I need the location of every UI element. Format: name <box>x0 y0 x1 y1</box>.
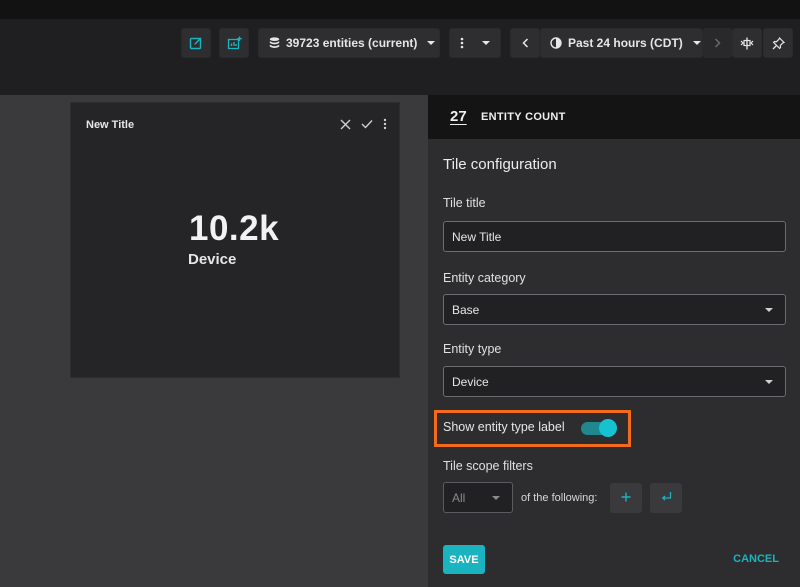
show-entity-type-label: Show entity type label <box>443 420 565 434</box>
timeline-icon <box>740 37 754 50</box>
add-chart-icon <box>227 36 242 50</box>
tile-title: New Title <box>86 119 135 131</box>
save-button[interactable]: SAVE <box>443 545 485 574</box>
entity-category-value: Base <box>452 302 480 317</box>
tile-title-label: Tile title <box>443 196 486 210</box>
tile-type-number-icon: 27 <box>450 108 467 125</box>
entities-dropdown[interactable]: 39723 entities (current) <box>258 28 440 58</box>
more-options-button[interactable] <box>449 28 501 58</box>
plus-icon <box>621 489 631 507</box>
panel-header: 27 ENTITY COUNT <box>428 95 800 139</box>
close-icon[interactable] <box>340 119 351 130</box>
entity-type-value: Device <box>452 374 489 389</box>
more-vertical-icon <box>460 37 464 49</box>
add-filter-button[interactable] <box>610 483 642 513</box>
chevron-down-icon <box>482 41 490 45</box>
apply-filter-button[interactable] <box>650 483 682 513</box>
chevron-left-icon <box>521 38 529 48</box>
pin-button[interactable] <box>763 28 793 58</box>
tile-title-input[interactable]: New Title <box>443 221 786 252</box>
entity-category-label: Entity category <box>443 271 526 285</box>
edit-icon <box>189 36 203 50</box>
tile-title-input-value: New Title <box>452 229 502 244</box>
entity-type-label: Entity type <box>443 342 502 356</box>
panel-heading: Tile configuration <box>443 156 557 173</box>
chevron-right-icon <box>714 38 721 48</box>
time-range-dropdown[interactable]: Past 24 hours (CDT) <box>540 28 703 58</box>
tile-value: 10.2k <box>189 209 280 248</box>
add-tile-button[interactable] <box>219 28 249 58</box>
chevron-down-icon <box>427 41 436 45</box>
tile-actions <box>340 118 387 130</box>
scope-match-value: All <box>452 490 466 505</box>
time-range-label: Past 24 hours (CDT) <box>568 36 683 50</box>
toggle-knob <box>599 419 617 437</box>
entity-count-tile[interactable]: New Title 10.2k Device <box>70 102 400 378</box>
show-entity-type-toggle[interactable] <box>581 419 617 437</box>
entities-label: 39723 entities (current) <box>286 36 418 50</box>
more-vertical-icon[interactable] <box>383 118 387 130</box>
chevron-down-icon <box>692 41 701 45</box>
top-strip <box>0 0 800 19</box>
scope-following-text: of the following: <box>521 492 598 504</box>
scope-match-select[interactable]: All <box>443 482 513 513</box>
entity-category-select[interactable]: Base <box>443 294 786 325</box>
panel-header-title: ENTITY COUNT <box>481 111 566 123</box>
cancel-button[interactable]: CANCEL <box>733 553 779 565</box>
chevron-down-icon <box>765 308 773 312</box>
compare-timeframe-button[interactable] <box>732 28 762 58</box>
dashboard-toolbar: 39723 entities (current) Past 24 hours (… <box>0 19 800 95</box>
edit-dashboard-button[interactable] <box>181 28 211 58</box>
chevron-down-icon <box>492 496 500 500</box>
tile-type-label: Device <box>188 251 237 268</box>
tile-config-panel: 27 ENTITY COUNT Tile configuration Tile … <box>428 95 800 587</box>
tile-scope-filters-label: Tile scope filters <box>443 459 533 473</box>
entity-type-select[interactable]: Device <box>443 366 786 397</box>
database-icon <box>269 37 280 49</box>
next-range-button[interactable] <box>703 28 732 58</box>
pin-icon <box>772 36 785 50</box>
check-icon[interactable] <box>361 119 373 129</box>
clock-icon <box>550 37 562 49</box>
chevron-down-icon <box>765 380 773 384</box>
enter-icon <box>661 489 672 507</box>
previous-range-button[interactable] <box>510 28 540 58</box>
